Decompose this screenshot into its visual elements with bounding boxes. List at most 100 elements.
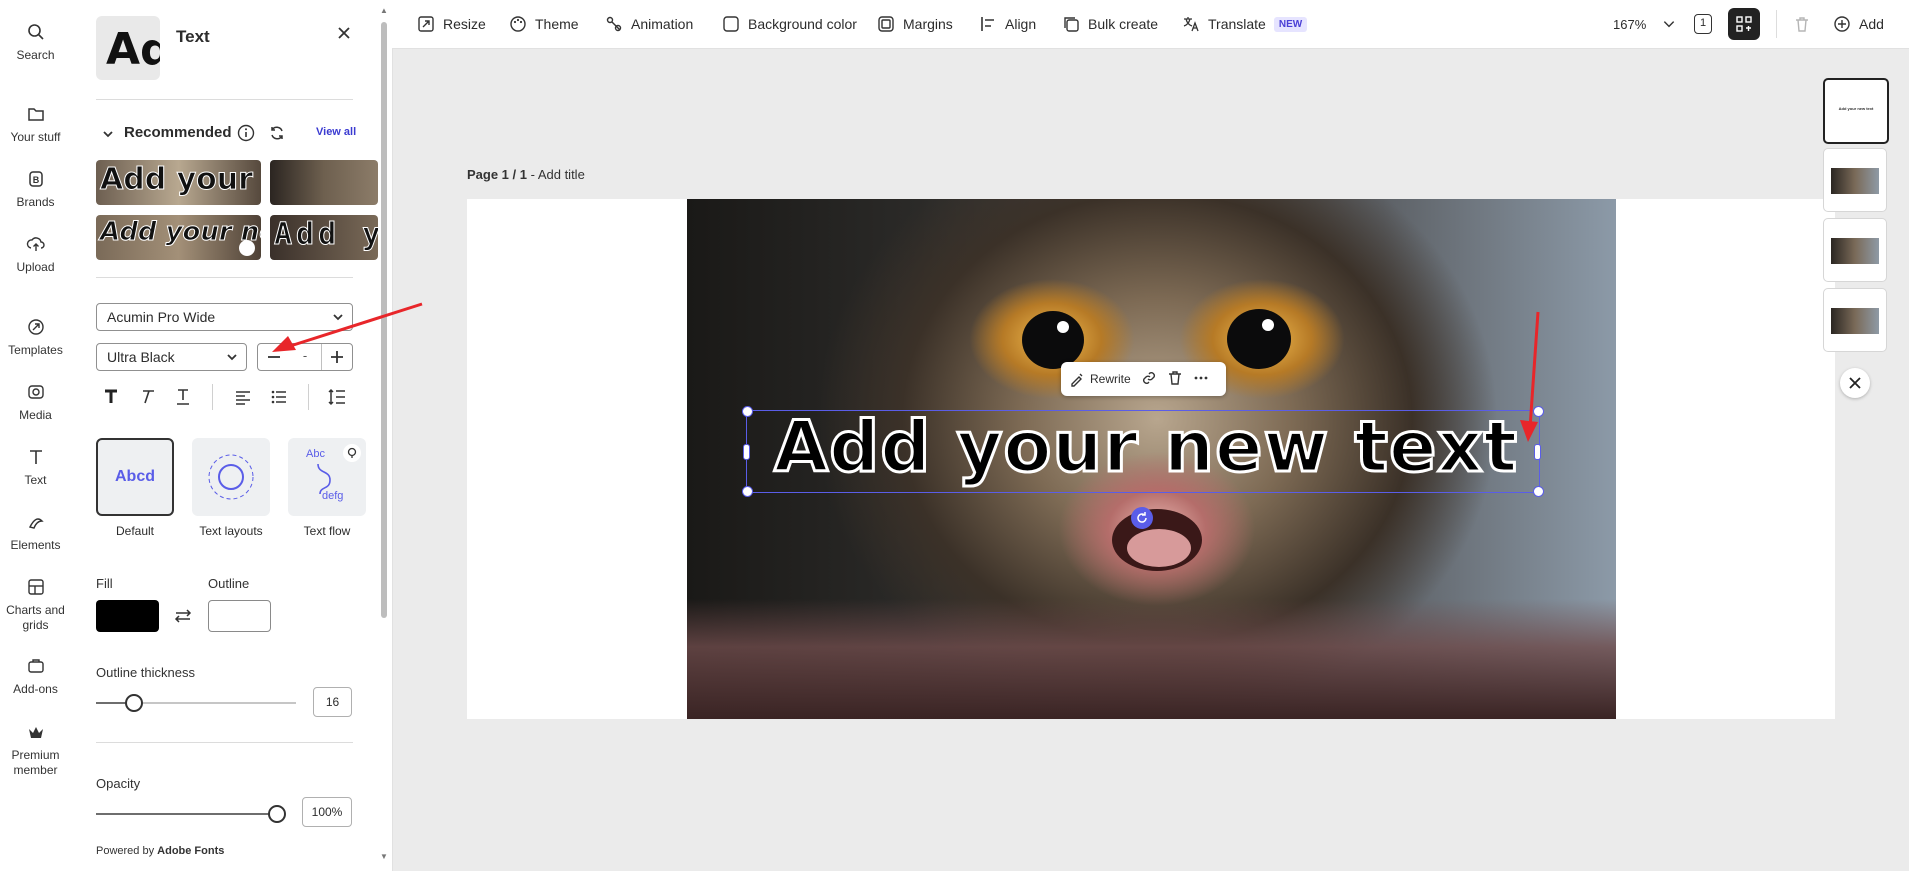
- canvas-text[interactable]: Add your new text: [746, 402, 1546, 492]
- cat-eye-left-highlight: [1057, 321, 1069, 333]
- delete-element-button[interactable]: [1167, 370, 1183, 389]
- translate-button[interactable]: Translate NEW: [1182, 12, 1308, 36]
- page-count-button[interactable]: 1: [1694, 14, 1712, 34]
- font-weight-select[interactable]: Ultra Black: [96, 343, 247, 371]
- zoom-value: 167%: [1613, 16, 1647, 32]
- outline-thickness-slider[interactable]: [125, 694, 143, 712]
- powered-by: Powered by Adobe Fonts: [96, 845, 224, 857]
- premium-tip-icon: [343, 444, 361, 462]
- more-icon: [1194, 376, 1208, 379]
- bold-button[interactable]: [100, 386, 122, 408]
- resize-handle-left[interactable]: [743, 444, 750, 460]
- align-button[interactable]: Align: [979, 12, 1036, 36]
- rail-search[interactable]: Search: [0, 22, 71, 62]
- rail-addons[interactable]: Add-ons: [0, 656, 71, 696]
- collapse-recommended-button[interactable]: [100, 126, 116, 142]
- resize-handle-right[interactable]: [1534, 444, 1541, 460]
- swap-colors-button[interactable]: [172, 605, 194, 627]
- cat-tongue: [1127, 529, 1191, 567]
- rail-upload[interactable]: Upload: [0, 234, 71, 274]
- new-badge: NEW: [1273, 16, 1308, 32]
- rail-media[interactable]: Media: [0, 382, 71, 422]
- delete-page-button[interactable]: [1790, 12, 1814, 36]
- page-thumbnail-2[interactable]: [1823, 148, 1887, 212]
- rail-elements-label: Elements: [10, 538, 61, 552]
- spacing-button[interactable]: [326, 386, 348, 408]
- media-icon: [26, 382, 46, 402]
- more-options-button[interactable]: [1193, 370, 1209, 389]
- thumbnail-image: [1831, 308, 1879, 334]
- rail-charts[interactable]: Charts and grids: [0, 577, 71, 633]
- bulk-create-button[interactable]: Bulk create: [1062, 12, 1158, 36]
- animation-button[interactable]: Animation: [605, 12, 693, 36]
- resize-handle-top-left[interactable]: [742, 406, 753, 417]
- background-color-button[interactable]: Background color: [722, 12, 857, 36]
- rotate-icon: [1137, 512, 1147, 523]
- translate-label: Translate: [1208, 16, 1266, 32]
- list-button[interactable]: [268, 386, 290, 408]
- cat-eye-left: [1022, 311, 1084, 369]
- scroll-down-icon[interactable]: ▼: [380, 852, 388, 861]
- style-default-card[interactable]: Abcd: [96, 438, 174, 516]
- underline-button[interactable]: [172, 386, 194, 408]
- page-number: Page 1 / 1: [467, 167, 527, 182]
- scroll-up-icon[interactable]: ▲: [380, 6, 388, 15]
- rail-charts-label-2: grids: [22, 618, 49, 632]
- rail-elements[interactable]: Elements: [0, 512, 71, 552]
- opacity-input[interactable]: 100%: [302, 797, 352, 827]
- close-panel-button[interactable]: [333, 22, 355, 44]
- text-context-toolbar: Rewrite: [1061, 362, 1226, 396]
- fill-color-swatch[interactable]: [96, 600, 159, 632]
- rewrite-button[interactable]: Rewrite: [1069, 371, 1131, 387]
- page-thumbnail-3[interactable]: [1823, 218, 1887, 282]
- style-default-preview: Abcd: [115, 468, 155, 485]
- resize-button[interactable]: Resize: [417, 12, 486, 36]
- page-label[interactable]: Page 1 / 1 - Add title: [467, 167, 585, 182]
- margins-button[interactable]: Margins: [877, 12, 953, 36]
- bulk-create-icon: [1064, 17, 1079, 32]
- view-all-link[interactable]: View all: [316, 126, 356, 138]
- underline-icon: [177, 389, 189, 405]
- rail-brands[interactable]: B Brands: [0, 169, 71, 209]
- outline-thickness-input[interactable]: 16: [313, 687, 352, 717]
- rotate-handle[interactable]: [1131, 507, 1153, 529]
- outline-color-swatch[interactable]: [208, 600, 271, 632]
- addons-icon: [26, 656, 46, 676]
- opacity-slider[interactable]: [268, 805, 286, 823]
- align-left-button[interactable]: [232, 386, 254, 408]
- chevron-down-icon: [103, 131, 113, 138]
- rail-your-stuff[interactable]: Your stuff: [0, 104, 71, 144]
- rewrite-label: Rewrite: [1090, 372, 1131, 386]
- page-thumbnail-4[interactable]: [1823, 288, 1887, 352]
- rail-premium[interactable]: Premium member: [0, 722, 71, 778]
- panel-thumbnail-text: Ad: [106, 24, 160, 75]
- thumbnail-image: [1831, 238, 1879, 264]
- panel-divider: [96, 277, 353, 278]
- recommended-style-3[interactable]: Add your new: [96, 215, 261, 260]
- close-thumbnails-button[interactable]: [1840, 368, 1870, 398]
- recommended-style-4[interactable]: Add y: [270, 215, 378, 260]
- rail-templates[interactable]: Templates: [0, 317, 71, 357]
- italic-button[interactable]: [136, 386, 158, 408]
- page-thumbnail-1[interactable]: Add your new text: [1823, 78, 1889, 144]
- recommended-style-1[interactable]: Add your new: [96, 160, 261, 205]
- top-toolbar: Resize Theme Animation Background color …: [392, 0, 1909, 49]
- recommended-info-button[interactable]: [237, 124, 255, 142]
- text-circle-icon: [208, 454, 254, 500]
- list-icon: [271, 390, 286, 404]
- style-text-flow-card[interactable]: Abc defg: [288, 438, 366, 516]
- style-text-layouts-card[interactable]: [192, 438, 270, 516]
- recommended-style-2[interactable]: [270, 160, 378, 205]
- link-button[interactable]: [1141, 370, 1157, 389]
- resize-handle-bottom-left[interactable]: [742, 486, 753, 497]
- zoom-select[interactable]: 167%: [1613, 12, 1676, 36]
- add-page-button[interactable]: Add: [1833, 12, 1884, 36]
- theme-button[interactable]: Theme: [509, 12, 579, 36]
- layout-toggle-button[interactable]: [1728, 8, 1760, 40]
- resize-handle-bottom-right[interactable]: [1533, 486, 1544, 497]
- refresh-recommended-button[interactable]: [268, 124, 286, 142]
- add-label: Add: [1859, 16, 1884, 32]
- margins-icon: [878, 16, 894, 32]
- rail-text[interactable]: Text: [0, 447, 71, 487]
- rail-upload-label: Upload: [16, 260, 55, 274]
